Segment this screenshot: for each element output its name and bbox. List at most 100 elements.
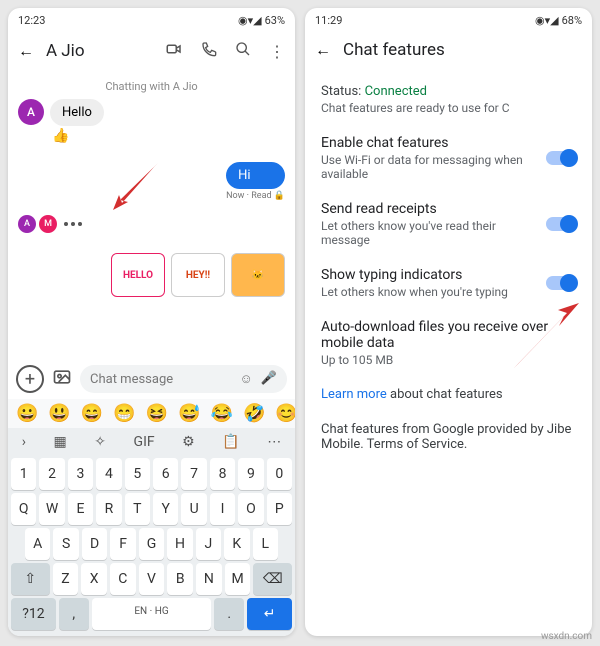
- key[interactable]: C: [110, 563, 136, 595]
- message-meta: Now · Read 🔒: [226, 191, 285, 201]
- kb-tool-icon[interactable]: GIF: [134, 434, 155, 450]
- status-value: Connected: [365, 84, 427, 99]
- toggle-switch[interactable]: [546, 217, 576, 231]
- space-key[interactable]: EN · HG: [92, 598, 212, 630]
- comma-key[interactable]: ,: [59, 598, 89, 630]
- period-key[interactable]: .: [214, 598, 244, 630]
- incoming-bubble[interactable]: Hello: [50, 99, 104, 126]
- learn-more-row: Learn more about chat features: [321, 377, 576, 412]
- battery-text: 63%: [265, 14, 285, 27]
- emoji[interactable]: 😀: [16, 403, 38, 424]
- emoji-strip[interactable]: 😀 😃 😄 😁 😆 😅 😂 🤣 😊: [8, 399, 295, 428]
- key[interactable]: H: [167, 528, 192, 560]
- key[interactable]: F: [110, 528, 135, 560]
- emoji-icon[interactable]: ☺: [240, 371, 253, 387]
- emoji[interactable]: 😁: [113, 403, 135, 424]
- key[interactable]: S: [53, 528, 78, 560]
- kb-tool-icon[interactable]: ✧: [94, 434, 106, 450]
- learn-more-text: about chat features: [387, 387, 503, 402]
- contact-name[interactable]: A Jio: [46, 41, 153, 61]
- key[interactable]: M: [225, 563, 251, 595]
- key[interactable]: I: [210, 493, 235, 525]
- key[interactable]: G: [139, 528, 164, 560]
- more-icon[interactable]: ⋮: [269, 42, 285, 61]
- key[interactable]: K: [224, 528, 249, 560]
- key[interactable]: P: [267, 493, 292, 525]
- avatar[interactable]: A: [18, 99, 44, 125]
- emoji[interactable]: 😅: [178, 403, 200, 424]
- key[interactable]: X: [81, 563, 107, 595]
- shift-key[interactable]: ⇧: [11, 563, 50, 595]
- chat-features-settings-screen: 11:29 ◉▾◢ 68% ← Chat features Status: Co…: [305, 8, 592, 636]
- mic-icon[interactable]: 🎤: [261, 371, 277, 387]
- emoji[interactable]: 😄: [81, 403, 103, 424]
- key[interactable]: 4: [96, 458, 121, 490]
- enter-key[interactable]: ↵: [247, 598, 292, 630]
- annotation-arrow: [504, 298, 584, 378]
- key[interactable]: V: [139, 563, 165, 595]
- sticker[interactable]: 🐱: [231, 253, 285, 297]
- key[interactable]: T: [125, 493, 150, 525]
- toggle-switch[interactable]: [546, 276, 576, 290]
- key[interactable]: Z: [53, 563, 79, 595]
- key[interactable]: 9: [238, 458, 263, 490]
- sticker[interactable]: HEY!!: [171, 253, 225, 297]
- back-icon[interactable]: ←: [315, 40, 331, 60]
- search-icon[interactable]: [235, 41, 251, 61]
- key[interactable]: O: [238, 493, 263, 525]
- incoming-message-row: A Hello: [18, 99, 285, 126]
- battery-text: 68%: [562, 14, 582, 27]
- key[interactable]: 0: [267, 458, 292, 490]
- key[interactable]: 3: [68, 458, 93, 490]
- kb-tool-icon[interactable]: ▦: [54, 434, 67, 450]
- key[interactable]: E: [68, 493, 93, 525]
- outgoing-bubble[interactable]: Hi: [226, 162, 285, 189]
- key[interactable]: A: [25, 528, 50, 560]
- learn-more-link[interactable]: Learn more: [321, 387, 387, 402]
- status-row: Status: Connected Chat features are read…: [321, 74, 576, 125]
- symbols-key[interactable]: ?12: [11, 598, 56, 630]
- emoji[interactable]: 😆: [146, 403, 168, 424]
- key[interactable]: J: [196, 528, 221, 560]
- emoji[interactable]: 😊: [275, 403, 295, 424]
- setting-sub: Let others know you've read their messag…: [321, 219, 536, 247]
- status-time: 12:23: [18, 14, 45, 27]
- key[interactable]: B: [167, 563, 193, 595]
- key[interactable]: N: [196, 563, 222, 595]
- kb-tool-icon[interactable]: ⋯: [267, 434, 281, 450]
- key[interactable]: 1: [11, 458, 36, 490]
- key[interactable]: L: [253, 528, 278, 560]
- add-button[interactable]: +: [16, 365, 44, 393]
- message-input[interactable]: Chat message ☺ 🎤: [80, 365, 287, 393]
- key[interactable]: 7: [181, 458, 206, 490]
- conversation-header: ← A Jio ⋮: [8, 32, 295, 70]
- key[interactable]: Q: [11, 493, 36, 525]
- emoji[interactable]: 😂: [211, 403, 233, 424]
- key[interactable]: 2: [39, 458, 64, 490]
- key[interactable]: 8: [210, 458, 235, 490]
- emoji[interactable]: 😃: [48, 403, 70, 424]
- backspace-key[interactable]: ⌫: [253, 563, 292, 595]
- gallery-icon[interactable]: [52, 367, 72, 391]
- video-call-icon[interactable]: [165, 40, 183, 62]
- emoji[interactable]: 🤣: [243, 403, 265, 424]
- kb-tool-icon[interactable]: ›: [22, 434, 26, 450]
- reaction[interactable]: 👍: [52, 128, 285, 144]
- sticker[interactable]: HELLO: [111, 253, 165, 297]
- key[interactable]: 5: [125, 458, 150, 490]
- key[interactable]: 6: [153, 458, 178, 490]
- key[interactable]: R: [96, 493, 121, 525]
- kb-tool-icon[interactable]: 📋: [222, 434, 239, 450]
- phone-icon[interactable]: [201, 41, 217, 61]
- back-icon[interactable]: ←: [18, 41, 34, 61]
- toggle-switch[interactable]: [546, 151, 576, 165]
- kb-tool-icon[interactable]: ⚙: [182, 434, 195, 450]
- key[interactable]: D: [82, 528, 107, 560]
- key[interactable]: W: [39, 493, 64, 525]
- setting-read-receipts[interactable]: Send read receiptsLet others know you've…: [321, 191, 576, 257]
- setting-enable-chat[interactable]: Enable chat featuresUse Wi-Fi or data fo…: [321, 125, 576, 191]
- key[interactable]: U: [181, 493, 206, 525]
- input-placeholder: Chat message: [90, 372, 173, 387]
- keyboard-toolbar: › ▦ ✧ GIF ⚙ 📋 ⋯: [8, 428, 295, 456]
- key[interactable]: Y: [153, 493, 178, 525]
